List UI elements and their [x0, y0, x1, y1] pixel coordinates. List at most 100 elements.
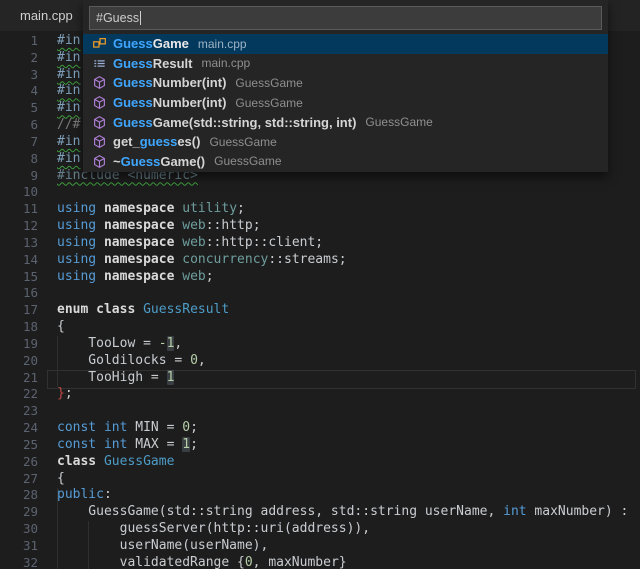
code-text: TooLow = -1, [38, 336, 182, 353]
code-line[interactable]: 16 [0, 285, 640, 302]
quick-open-item[interactable]: ~GuessGame() GuessGame [83, 152, 608, 172]
code-text: validatedRange {0, maxNumber} [38, 555, 347, 569]
line-number: 7 [0, 134, 38, 151]
code-text: { [38, 471, 65, 488]
line-number: 32 [0, 555, 38, 569]
symbol-name-part: es() [177, 134, 200, 149]
symbol-name-part: Game [153, 36, 189, 51]
quick-open-item[interactable]: GuessResultmain.cpp [83, 54, 608, 74]
symbol-name-part: Number(int) [153, 75, 227, 90]
code-token: validatedRange { [57, 555, 245, 569]
code-text: { [38, 319, 65, 336]
line-number: 28 [0, 487, 38, 504]
code-token: userName(userName), [57, 538, 268, 553]
symbol-description: GuessGame [214, 154, 281, 168]
quick-open-item[interactable]: GuessGamemain.cpp [83, 34, 608, 54]
code-token: namespace [104, 235, 174, 250]
code-token: #in [57, 100, 80, 115]
code-line[interactable]: 31 userName(userName), [0, 538, 640, 555]
code-token: namespace [104, 218, 174, 233]
code-line[interactable]: 28public: [0, 487, 640, 504]
quick-open-item[interactable]: GuessNumber(int)GuessGame [83, 73, 608, 93]
code-line[interactable]: 20 Goldilocks = 0, [0, 353, 640, 370]
symbol-name: ~GuessGame() [113, 154, 205, 169]
code-line[interactable]: 32 validatedRange {0, maxNumber} [0, 555, 640, 569]
code-token: GuessGame(std::string address, std::stri… [57, 504, 503, 519]
code-line[interactable]: 23 [0, 403, 640, 420]
code-line[interactable]: 15using namespace web; [0, 269, 640, 286]
symbol-name-match: Guess [113, 95, 153, 110]
method-icon [91, 75, 107, 91]
code-line[interactable]: 27{ [0, 471, 640, 488]
code-text [38, 184, 57, 201]
code-line[interactable]: 11using namespace utility; [0, 201, 640, 218]
symbol-name: GuessNumber(int) [113, 75, 226, 90]
line-number: 13 [0, 235, 38, 252]
code-token: using [57, 218, 96, 233]
code-token: TooLow = [57, 336, 159, 351]
line-number: 17 [0, 302, 38, 319]
code-token: #in [57, 50, 80, 65]
code-line[interactable]: 10 [0, 184, 640, 201]
quick-open-item[interactable]: GuessNumber(int)GuessGame [83, 93, 608, 113]
symbol-name-part: ~ [113, 154, 121, 169]
method-icon [91, 95, 107, 111]
quick-open-item[interactable]: GuessGame(std::string, std::string, int)… [83, 112, 608, 132]
line-number: 23 [0, 403, 38, 420]
code-line[interactable]: 30 guessServer(http::uri(address)), [0, 521, 640, 538]
code-text: const int MAX = 1; [38, 437, 198, 454]
code-token: public [57, 487, 104, 502]
code-token: MAX = [127, 437, 182, 452]
line-number: 25 [0, 437, 38, 454]
code-token: class [57, 454, 96, 469]
code-text: //# [38, 117, 80, 134]
tab-label: main.cpp [20, 8, 73, 23]
code-line[interactable]: 22}; [0, 386, 640, 403]
quick-open-item[interactable]: get_guesses()GuessGame [83, 132, 608, 152]
code-token [96, 235, 104, 250]
symbol-description: GuessGame [235, 96, 302, 110]
code-token: 1 [167, 370, 175, 385]
code-text: public: [38, 487, 112, 504]
code-token: 1 [182, 437, 190, 452]
line-number: 2 [0, 50, 38, 67]
code-line[interactable]: 29 GuessGame(std::string address, std::s… [0, 504, 640, 521]
symbol-name: GuessGame(std::string, std::string, int) [113, 115, 356, 130]
line-number: 15 [0, 269, 38, 286]
code-line[interactable]: 13using namespace web::http::client; [0, 235, 640, 252]
code-token: { [57, 471, 65, 486]
tab-main-cpp[interactable]: main.cpp [0, 0, 93, 31]
symbol-name: GuessResult [113, 56, 192, 71]
code-line[interactable]: 25const int MAX = 1; [0, 437, 640, 454]
code-line[interactable]: 24const int MIN = 0; [0, 420, 640, 437]
line-number: 20 [0, 353, 38, 370]
code-line[interactable]: 26class GuessGame [0, 454, 640, 471]
code-token: guessServer(http::uri(address)), [57, 521, 370, 536]
quickopen-input[interactable]: #Guess [89, 6, 602, 30]
code-token: int [503, 504, 526, 519]
code-text: #in [38, 100, 80, 117]
code-token: web [182, 235, 205, 250]
symbol-name: get_guesses() [113, 134, 200, 149]
code-line[interactable]: 19 TooLow = -1, [0, 336, 640, 353]
code-line[interactable]: 17enum class GuessResult [0, 302, 640, 319]
code-token [96, 201, 104, 216]
symbol-name-part: Game() [160, 154, 205, 169]
line-number: 10 [0, 184, 38, 201]
code-text: using namespace web::http; [38, 218, 261, 235]
line-number: 29 [0, 504, 38, 521]
code-token: : [104, 487, 112, 502]
code-token: namespace [104, 269, 174, 284]
code-line[interactable]: 21 TooHigh = 1 [0, 370, 640, 387]
code-token: ::http::client; [206, 235, 323, 250]
code-line[interactable]: 18{ [0, 319, 640, 336]
symbol-description: GuessGame [365, 115, 432, 129]
code-token: namespace [104, 201, 174, 216]
code-line[interactable]: 14using namespace concurrency::streams; [0, 252, 640, 269]
code-text: using namespace concurrency::streams; [38, 252, 347, 269]
code-text: userName(userName), [38, 538, 268, 555]
code-token: //# [57, 117, 80, 132]
code-token: int [104, 420, 127, 435]
code-line[interactable]: 12using namespace web::http; [0, 218, 640, 235]
code-text: #in [38, 134, 80, 151]
